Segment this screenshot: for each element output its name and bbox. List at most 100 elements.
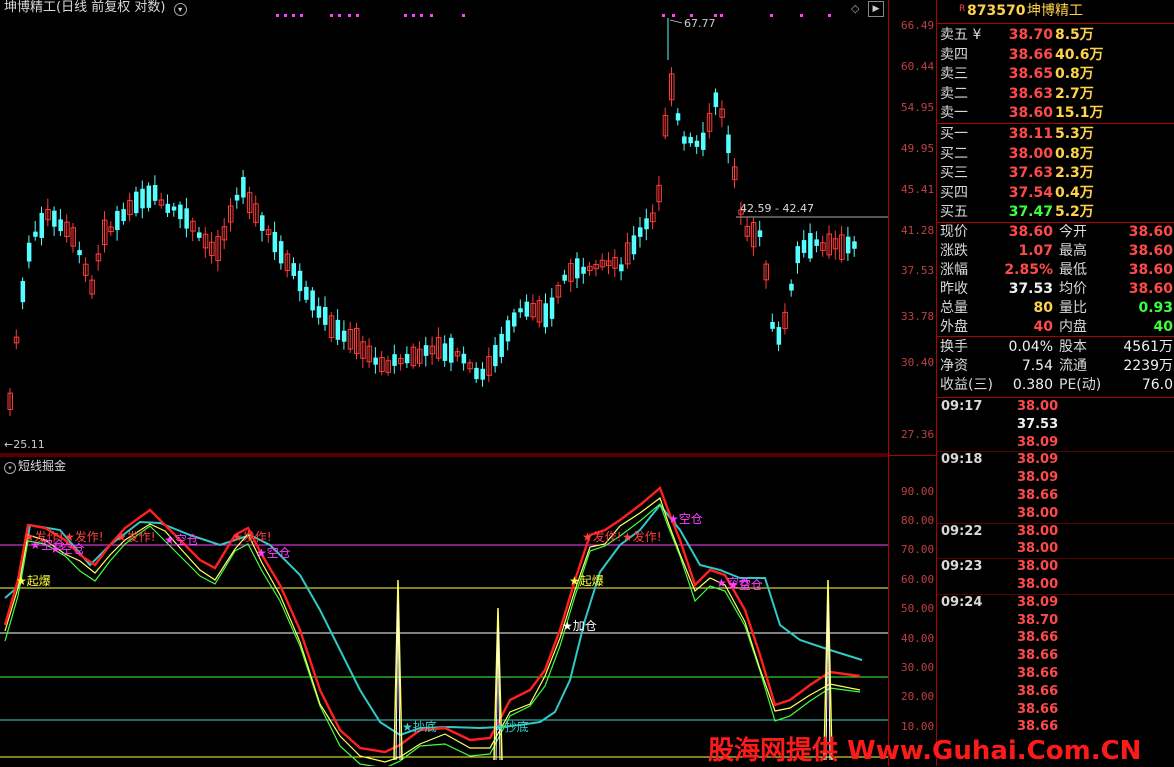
tick-price: 38.66 xyxy=(1017,630,1059,646)
scroll-right-icon[interactable]: ▶ xyxy=(868,1,884,17)
candle-down xyxy=(241,176,246,198)
candle-down xyxy=(184,208,189,229)
stat-value: 2.85% xyxy=(1004,262,1053,278)
tick-row: 38.09 xyxy=(937,434,1174,452)
indicator-settings-icon[interactable]: ▾ xyxy=(4,462,16,474)
star-icon: ★ xyxy=(582,530,593,544)
candle-down xyxy=(474,367,479,380)
stat-row: 涨跌 1.07 最高 38.60 xyxy=(937,241,1174,261)
stat-value: 38.60 xyxy=(1008,224,1053,240)
signal-marker: ★发作! xyxy=(232,528,272,545)
candle-down xyxy=(575,258,580,279)
signal-marker: ★发作! xyxy=(116,528,156,545)
tick-time: 09:22 xyxy=(941,523,983,539)
indicator-chart[interactable] xyxy=(0,455,888,766)
buys-row[interactable]: 买三 37.63 2.3万 xyxy=(937,163,1174,183)
price-tick: 54.95 xyxy=(901,101,935,114)
candle-down xyxy=(449,337,454,363)
price-tick: 49.95 xyxy=(901,142,935,155)
top-dot xyxy=(430,14,433,17)
candle-down xyxy=(499,333,504,357)
signal-label: 抄底 xyxy=(504,720,529,734)
buys-row[interactable]: 买四 37.54 0.4万 xyxy=(937,183,1174,203)
candle-down xyxy=(581,266,586,274)
sells-row[interactable]: 卖五 ¥ 38.70 8.5万 xyxy=(937,25,1174,45)
buys-row[interactable]: 买二 38.00 0.8万 xyxy=(937,144,1174,164)
candle-down xyxy=(260,215,265,231)
buys-volume: 2.3万 xyxy=(1055,165,1094,181)
tick-row: 38.66 xyxy=(937,487,1174,505)
stat-label: 外盘 xyxy=(940,319,968,335)
sells-label: 卖一 xyxy=(940,105,968,121)
tick-price: 38.09 xyxy=(1017,452,1059,468)
stat-label: 内盘 xyxy=(1059,319,1087,335)
stat-value: 40 xyxy=(1033,319,1053,335)
tick-price: 38.66 xyxy=(1017,701,1059,717)
candlestick-chart[interactable] xyxy=(0,0,888,455)
fund-value: 4561万 xyxy=(1123,339,1173,355)
sells-row[interactable]: 卖二 38.63 2.7万 xyxy=(937,84,1174,104)
top-dot xyxy=(672,14,675,17)
candle-down xyxy=(713,92,719,108)
tick-time: 09:24 xyxy=(941,594,983,610)
stat-label: 涨跌 xyxy=(940,243,968,259)
signal-label: 起爆 xyxy=(26,574,51,588)
candle-down xyxy=(789,283,794,291)
candle-down xyxy=(776,327,782,345)
stock-title: 坤博精工 xyxy=(4,0,57,15)
candle-down xyxy=(845,236,851,254)
diamond-icon[interactable]: ◇ xyxy=(851,2,859,15)
stat-label: 涨幅 xyxy=(940,262,968,278)
stat-label: 总量 xyxy=(940,300,968,316)
buys-row[interactable]: 买五 37.47 5.2万 xyxy=(937,202,1174,222)
stat-row: 昨收 37.53 均价 38.60 xyxy=(937,279,1174,299)
sells-label: 卖二 xyxy=(940,85,968,102)
indicator-tick: 50.00 xyxy=(901,602,935,615)
candle-down xyxy=(140,188,145,209)
price-tick: 45.41 xyxy=(901,183,935,196)
stock-header: R 873570 坤博精工 xyxy=(937,1,1174,21)
fund-row: 净资 7.54 流通 2239万 xyxy=(937,356,1174,376)
sells-row[interactable]: 卖三 38.65 0.8万 xyxy=(937,64,1174,84)
candle-down xyxy=(423,345,429,356)
signal-marker: ★空仓 xyxy=(164,531,199,548)
candle-down xyxy=(562,274,567,281)
sells-label: 卖三 xyxy=(940,66,968,82)
tick-row: 38.66 xyxy=(937,629,1174,647)
top-dot xyxy=(800,14,803,17)
candle-down xyxy=(121,209,126,222)
sells-row[interactable]: 卖一 38.60 15.1万 xyxy=(937,103,1174,123)
sells-row[interactable]: 卖四 38.66 40.6万 xyxy=(937,45,1174,65)
fund-value: 0.380 xyxy=(1012,377,1053,393)
tick-price: 38.00 xyxy=(1017,559,1059,575)
candle-down xyxy=(442,343,448,361)
candle-down xyxy=(726,134,731,154)
price-axis: 66.49 60.44 54.95 49.95 45.41 41.28 37.53 33.78… xyxy=(888,0,937,766)
settings-icon[interactable]: ▾ xyxy=(173,3,187,16)
star-icon: ★ xyxy=(256,546,267,560)
top-dot xyxy=(292,14,295,17)
buys-row[interactable]: 买一 38.11 5.3万 xyxy=(937,124,1174,144)
sells-price: 38.65 xyxy=(1008,66,1053,82)
indicator-params xyxy=(72,459,138,473)
buys-volume: 5.2万 xyxy=(1055,204,1094,220)
signal-label: 空仓 xyxy=(738,578,763,592)
tick-price: 38.09 xyxy=(1017,470,1059,486)
candle-down xyxy=(505,320,511,342)
indicator-tick: 70.00 xyxy=(901,543,935,556)
signal-label: 空仓 xyxy=(678,512,703,526)
indicator-tick: 40.00 xyxy=(901,632,935,645)
top-dot xyxy=(330,14,333,17)
star-icon: ★ xyxy=(728,578,739,592)
fund-row: 换手 0.04% 股本 4561万 xyxy=(937,337,1174,357)
signal-label: 发作! xyxy=(632,530,662,544)
candle-down xyxy=(134,191,139,214)
signal-label: 加仓 xyxy=(572,619,597,633)
sells-price: 38.60 xyxy=(1008,105,1053,121)
price-tick: 41.28 xyxy=(901,224,935,237)
buys-volume: 0.4万 xyxy=(1055,184,1094,201)
buys-price: 37.54 xyxy=(1008,184,1053,201)
stat-value: 38.60 xyxy=(1128,262,1173,278)
candle-down xyxy=(518,308,523,313)
signal-label: 空仓 xyxy=(60,542,85,556)
